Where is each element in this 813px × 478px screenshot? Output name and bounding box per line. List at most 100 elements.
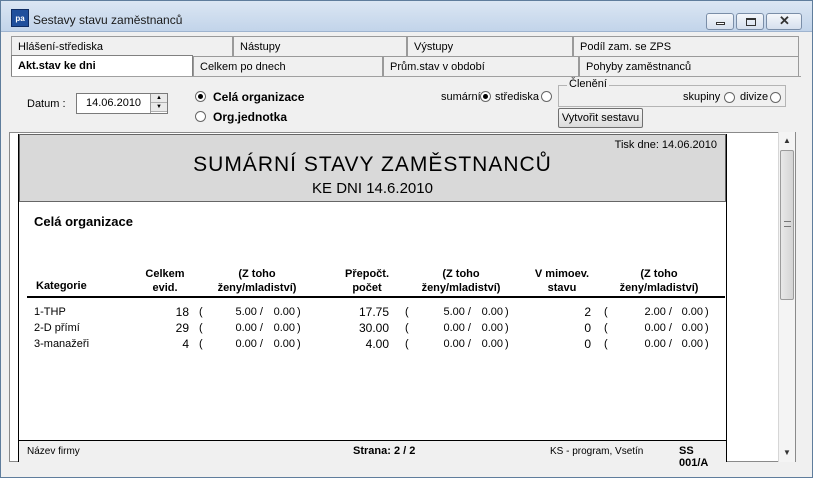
spin-down-icon[interactable]: ▼ xyxy=(151,103,167,112)
radio-cela-organizace[interactable] xyxy=(195,91,206,102)
row-mladistvi: 0.00 xyxy=(481,322,503,334)
row-kategorie: 3-manažeři xyxy=(34,338,90,350)
cleneni-legend: Členění xyxy=(567,78,609,90)
row-mladistvi: 0.00 xyxy=(681,322,703,334)
scroll-down-icon[interactable]: ▼ xyxy=(779,445,795,461)
paren-close: ) xyxy=(505,306,509,318)
row-zeny: 0.00 / xyxy=(235,322,263,334)
tab-label: Hlášení-střediska xyxy=(18,41,103,53)
paren-close: ) xyxy=(297,322,301,334)
app-icon: pa xyxy=(11,9,29,27)
tab-label: Celkem po dnech xyxy=(200,61,286,73)
title-bar[interactable]: pa Sestavy stavu zaměstnanců ✕ xyxy=(1,1,812,32)
skupiny-label: skupiny xyxy=(683,91,721,103)
row-mladistvi: 0.00 xyxy=(273,338,295,350)
row-zeny: 2.00 / xyxy=(644,306,672,318)
row-mimoev: 0 xyxy=(584,321,591,335)
scroll-up-icon[interactable]: ▲ xyxy=(779,133,795,149)
paren-open: ( xyxy=(604,338,608,350)
divize-label: divize xyxy=(740,91,769,103)
header-ztoho-2: (Z toho ženy/mladiství) xyxy=(421,268,501,294)
tab-row-lower: Akt.stav ke dni Celkem po dnech Prům.sta… xyxy=(11,55,801,77)
window-title: Sestavy stavu zaměstnanců xyxy=(33,13,183,27)
footer-page: Strana: 2 / 2 xyxy=(353,445,416,457)
tab-label: Akt.stav ke dni xyxy=(18,60,96,72)
header-kategorie: Kategorie xyxy=(36,280,87,292)
row-prepocet: 17.75 xyxy=(358,305,389,319)
paren-open: ( xyxy=(405,306,409,318)
app-window: pa Sestavy stavu zaměstnanců ✕ Hlášení-s… xyxy=(0,0,813,478)
row-celkem: 18 xyxy=(175,305,189,319)
report-subtitle: KE DNI 14.6.2010 xyxy=(312,180,433,197)
header-rule xyxy=(27,296,725,298)
spin-up-icon[interactable]: ▲ xyxy=(151,94,167,103)
row-zeny: 5.00 / xyxy=(443,306,471,318)
paren-open: ( xyxy=(604,306,608,318)
tab-vystupy[interactable]: Výstupy xyxy=(407,36,573,56)
row-mladistvi: 0.00 xyxy=(273,322,295,334)
tab-prum-stav-v-obdobi[interactable]: Prům.stav v období xyxy=(383,56,579,76)
header-celkem: Celkem evid. xyxy=(145,268,185,294)
tab-hlaseni-strediska[interactable]: Hlášení-střediska xyxy=(11,36,233,56)
grip-icon xyxy=(784,221,791,227)
tab-label: Pohyby zaměstnanců xyxy=(586,61,692,73)
row-mimoev: 2 xyxy=(584,305,591,319)
row-mladistvi: 0.00 xyxy=(481,306,503,318)
tab-label: Prům.stav v období xyxy=(390,61,485,73)
scroll-thumb[interactable] xyxy=(780,150,794,300)
row-zeny: 5.00 / xyxy=(235,306,263,318)
report-title: SUMÁRNÍ STAVY ZAMĚSTNANCŮ xyxy=(193,153,552,176)
tab-label: Nástupy xyxy=(240,41,281,53)
row-zeny: 0.00 / xyxy=(443,338,471,350)
date-spinner[interactable]: ▲ ▼ xyxy=(150,94,167,113)
row-mladistvi: 0.00 xyxy=(681,338,703,350)
paren-open: ( xyxy=(199,338,203,350)
row-mimoev: 0 xyxy=(584,337,591,351)
minimize-button[interactable] xyxy=(706,13,734,30)
tab-row-upper: Hlášení-střediska Nástupy Výstupy Podíl … xyxy=(11,36,801,56)
maximize-button[interactable] xyxy=(736,13,764,30)
window-bottom-edge xyxy=(9,462,796,470)
paren-open: ( xyxy=(405,338,409,350)
row-zeny: 0.00 / xyxy=(644,322,672,334)
paren-close: ) xyxy=(297,338,301,350)
close-icon: ✕ xyxy=(779,13,790,28)
radio-strediska[interactable] xyxy=(541,91,552,102)
paren-close: ) xyxy=(705,338,709,350)
header-prepocet: Přepočt. počet xyxy=(344,268,389,294)
row-celkem: 4 xyxy=(182,337,189,351)
row-zeny: 0.00 / xyxy=(235,338,263,350)
row-kategorie: 2-D přímí xyxy=(34,322,80,334)
maximize-icon xyxy=(746,18,756,26)
radio-sumarni[interactable] xyxy=(480,91,491,102)
paren-close: ) xyxy=(505,338,509,350)
footer-firm: Název firmy xyxy=(27,446,80,457)
report-page: Tisk dne: 14.06.2010 SUMÁRNÍ STAVY ZAMĚS… xyxy=(18,134,727,469)
radio-org-jednotka[interactable] xyxy=(195,111,206,122)
paren-close: ) xyxy=(705,306,709,318)
tab-podil-zam-zps[interactable]: Podíl zam. se ZPS xyxy=(573,36,799,56)
tab-label: Výstupy xyxy=(414,41,454,53)
tab-akt-stav-ke-dni[interactable]: Akt.stav ke dni xyxy=(11,55,193,77)
datum-input[interactable]: 14.06.2010 ▲ ▼ xyxy=(76,93,168,114)
vytvorit-sestavu-button[interactable]: Vytvořit sestavu xyxy=(558,108,643,128)
close-button[interactable]: ✕ xyxy=(766,13,802,30)
datum-value: 14.06.2010 xyxy=(86,97,142,109)
vertical-scrollbar[interactable]: ▲ ▼ xyxy=(778,132,795,462)
tab-pohyby-zamestnancu[interactable]: Pohyby zaměstnanců xyxy=(579,56,799,76)
report-footer: Název firmy Strana: 2 / 2 KS - program, … xyxy=(19,440,726,469)
cleneni-group: Členění skupiny divize xyxy=(558,78,786,107)
tab-celkem-po-dnech[interactable]: Celkem po dnech xyxy=(193,56,383,76)
radio-skupiny[interactable] xyxy=(724,92,735,103)
paren-open: ( xyxy=(199,306,203,318)
sumarni-label: sumární xyxy=(441,91,481,103)
report-header: Tisk dne: 14.06.2010 SUMÁRNÍ STAVY ZAMĚS… xyxy=(19,134,726,202)
radio-divize[interactable] xyxy=(770,92,781,103)
minimize-icon xyxy=(716,22,725,25)
footer-vendor: KS - program, Vsetín xyxy=(550,446,644,457)
row-kategorie: 1-THP xyxy=(34,306,66,318)
cela-organizace-label: Celá organizace xyxy=(213,90,305,104)
paren-open: ( xyxy=(604,322,608,334)
tab-nastupy[interactable]: Nástupy xyxy=(233,36,407,56)
row-mladistvi: 0.00 xyxy=(481,338,503,350)
